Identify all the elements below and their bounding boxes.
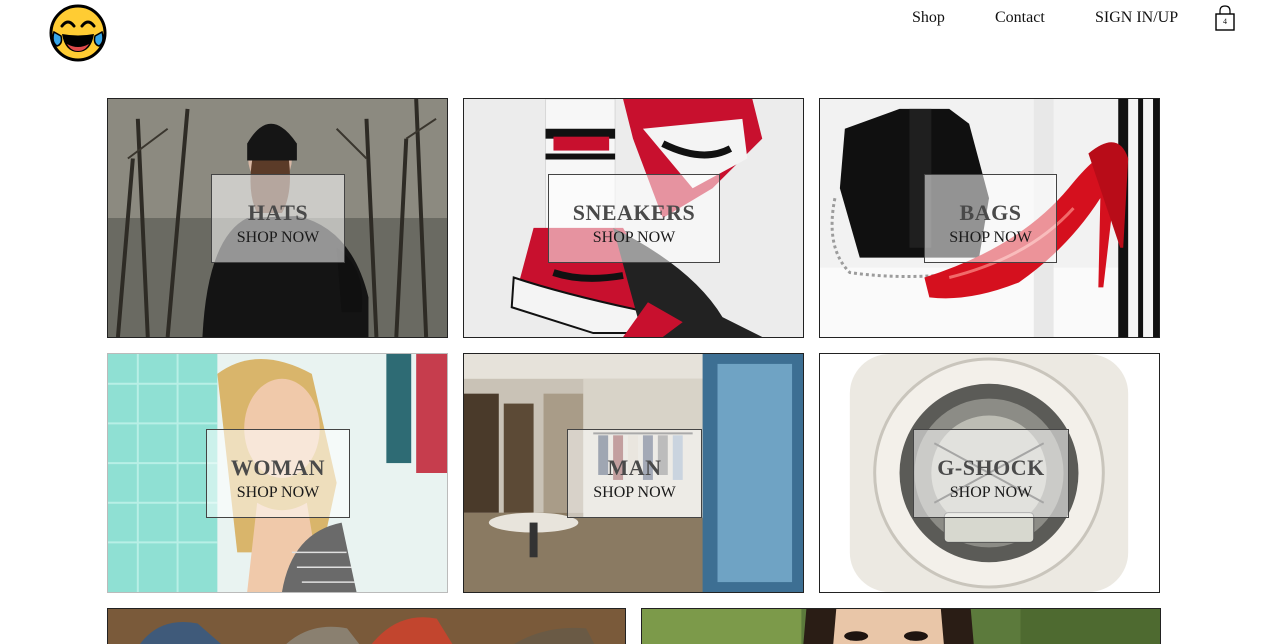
shop-now-link[interactable]: SHOP NOW [207, 483, 349, 503]
category-tile-woman[interactable]: WOMAN SHOP NOW [107, 353, 448, 593]
main-nav: Shop Contact SIGN IN/UP [0, 9, 1286, 33]
shop-now-link[interactable]: SHOP NOW [212, 228, 344, 248]
category-tile-bottom-right[interactable] [641, 608, 1161, 644]
category-title: SNEAKERS [572, 200, 696, 225]
category-tile-hats[interactable]: HATS SHOP NOW [107, 98, 448, 338]
category-title: HATS [247, 200, 309, 225]
nav-shop-link[interactable]: Shop [912, 9, 945, 27]
shop-now-link[interactable]: SHOP NOW [925, 228, 1056, 248]
category-label: WOMAN SHOP NOW [206, 429, 350, 518]
category-tile-sneakers[interactable]: SNEAKERS SHOP NOW [463, 98, 804, 338]
category-label: HATS SHOP NOW [211, 174, 345, 263]
category-label: SNEAKERS SHOP NOW [548, 174, 720, 263]
category-tile-bags[interactable]: BAGS SHOP NOW [819, 98, 1160, 338]
nav-signin-link[interactable]: SIGN IN/UP [1095, 9, 1178, 27]
category-tile-g-shock[interactable]: G-SHOCK SHOP NOW [819, 353, 1160, 593]
category-label: G-SHOCK SHOP NOW [913, 429, 1069, 518]
category-tile-bottom-left[interactable] [107, 608, 626, 644]
shop-now-link[interactable]: SHOP NOW [568, 483, 701, 503]
shoes-photo [108, 609, 625, 644]
shop-now-link[interactable]: SHOP NOW [914, 483, 1068, 503]
category-label: MAN SHOP NOW [567, 429, 702, 518]
cart-button[interactable]: 4 [1214, 5, 1236, 31]
category-title: MAN [607, 455, 662, 480]
category-label: BAGS SHOP NOW [924, 174, 1057, 263]
category-title: BAGS [959, 200, 1022, 225]
category-title: G-SHOCK [937, 455, 1045, 480]
cart-count-badge: 4 [1223, 17, 1227, 26]
shop-now-link[interactable]: SHOP NOW [549, 228, 719, 248]
nav-contact-link[interactable]: Contact [995, 9, 1045, 27]
category-tile-man[interactable]: MAN SHOP NOW [463, 353, 804, 593]
category-title: WOMAN [230, 455, 326, 480]
portrait-photo [642, 609, 1160, 644]
